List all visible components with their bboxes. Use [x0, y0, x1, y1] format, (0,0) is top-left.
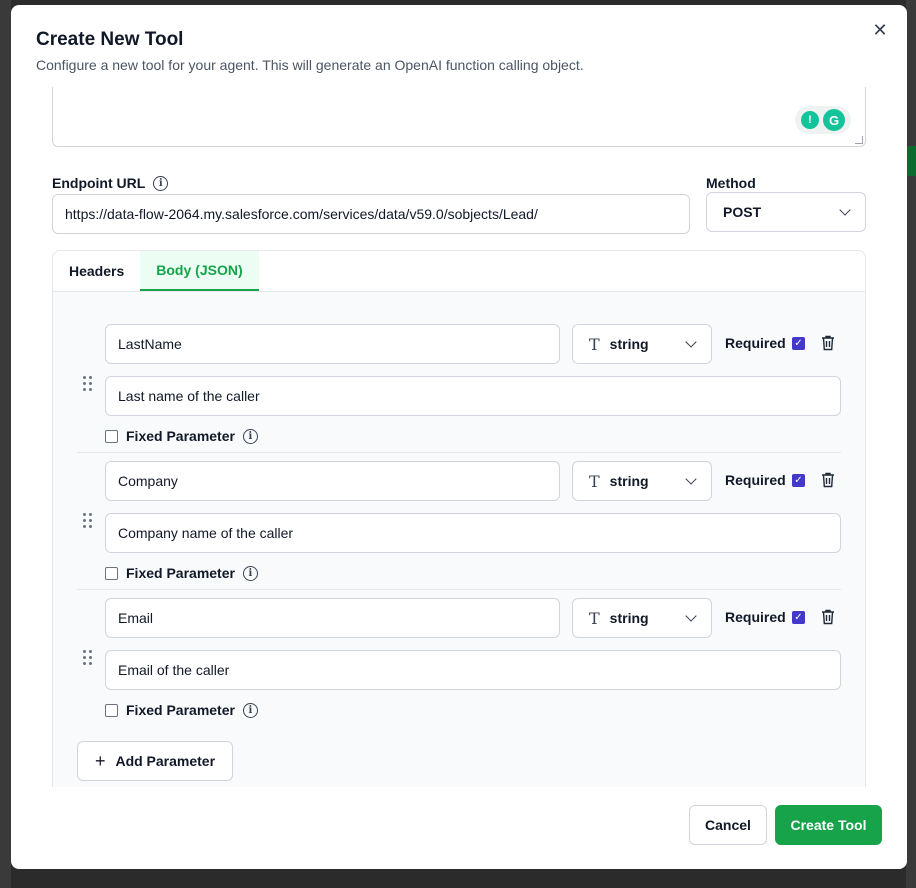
background-page-left: [0, 0, 11, 888]
required-label: Required: [725, 609, 786, 625]
fixed-parameter-label: Fixed Parameter: [126, 565, 235, 581]
chevron-down-icon: [685, 336, 697, 348]
resize-handle-icon[interactable]: [855, 136, 863, 144]
tab-headers[interactable]: Headers: [53, 251, 140, 291]
parameter-name-input[interactable]: LastName: [105, 324, 560, 364]
chevron-down-icon: [685, 473, 697, 485]
fixed-parameter-checkbox[interactable]: [105, 429, 118, 443]
method-select[interactable]: POST: [706, 192, 866, 232]
info-icon[interactable]: i: [242, 428, 258, 444]
background-button-fragment: [907, 146, 916, 176]
modal-title: Create New Tool: [36, 29, 184, 50]
method-value: POST: [723, 204, 762, 220]
parameter-divider: [77, 589, 841, 590]
close-icon[interactable]: ✕: [869, 19, 891, 41]
info-icon[interactable]: i: [153, 175, 169, 191]
parameter-row: Email T string Required ✓ Email of the c…: [77, 598, 843, 726]
grammarly-icon[interactable]: G: [823, 109, 845, 131]
trash-icon[interactable]: [821, 609, 835, 625]
background-page-right: [906, 0, 916, 888]
parameter-type-value: string: [609, 610, 649, 626]
grammarly-widget[interactable]: ! G: [795, 106, 851, 134]
parameter-type-value: string: [609, 473, 649, 489]
plus-icon: +: [94, 751, 106, 771]
fixed-parameter-checkbox[interactable]: [105, 566, 118, 580]
info-icon[interactable]: i: [242, 565, 258, 581]
chevron-down-icon: [685, 610, 697, 622]
parameter-description-input[interactable]: Last name of the caller: [105, 376, 841, 416]
modal-scroll-area[interactable]: ! G Endpoint URL i Method https://data-f…: [11, 87, 907, 787]
trash-icon[interactable]: [821, 335, 835, 351]
required-label: Required: [725, 335, 786, 351]
required-checkbox[interactable]: ✓: [792, 474, 805, 487]
create-tool-button[interactable]: Create Tool: [775, 805, 882, 845]
required-label: Required: [725, 472, 786, 488]
parameter-divider: [77, 452, 841, 453]
info-icon[interactable]: i: [242, 702, 258, 718]
endpoint-url-label-text: Endpoint URL: [52, 175, 146, 191]
parameter-row: LastName T string Required ✓ Last name o…: [77, 324, 843, 452]
method-label: Method: [706, 175, 756, 191]
text-type-icon: T: [589, 608, 600, 628]
add-parameter-button[interactable]: + Add Parameter: [77, 741, 233, 781]
parameter-description-input[interactable]: Email of the caller: [105, 650, 841, 690]
parameter-name-input[interactable]: Company: [105, 461, 560, 501]
drag-handle-icon[interactable]: [83, 376, 93, 392]
cancel-button[interactable]: Cancel: [689, 805, 767, 845]
tab-body-json[interactable]: Body (JSON): [140, 251, 259, 291]
drag-handle-icon[interactable]: [83, 513, 93, 529]
parameter-type-select[interactable]: T string: [572, 461, 712, 501]
add-parameter-label: Add Parameter: [115, 753, 216, 769]
tab-bar: Headers Body (JSON): [53, 251, 865, 292]
text-type-icon: T: [589, 334, 600, 354]
endpoint-url-input[interactable]: https://data-flow-2064.my.salesforce.com…: [52, 194, 690, 234]
fixed-parameter-option: Fixed Parameter i: [105, 565, 258, 581]
parameter-row: Company T string Required ✓ Company name…: [77, 461, 843, 589]
endpoint-url-label: Endpoint URL i: [52, 175, 169, 191]
description-textarea[interactable]: ! G: [52, 87, 866, 147]
lightbulb-icon[interactable]: !: [801, 111, 819, 129]
parameter-description-input[interactable]: Company name of the caller: [105, 513, 841, 553]
parameter-name-input[interactable]: Email: [105, 598, 560, 638]
parameter-type-select[interactable]: T string: [572, 324, 712, 364]
parameter-type-select[interactable]: T string: [572, 598, 712, 638]
modal-subtitle: Configure a new tool for your agent. Thi…: [36, 57, 584, 73]
fixed-parameter-checkbox[interactable]: [105, 703, 118, 717]
text-type-icon: T: [589, 471, 600, 491]
trash-icon[interactable]: [821, 472, 835, 488]
create-tool-modal: ✕ Create New Tool Configure a new tool f…: [11, 5, 907, 869]
parameter-type-value: string: [609, 336, 649, 352]
fixed-parameter-label: Fixed Parameter: [126, 702, 235, 718]
request-tabs-panel: Headers Body (JSON) LastName T string Re…: [52, 250, 866, 787]
chevron-down-icon: [839, 204, 851, 216]
fixed-parameter-label: Fixed Parameter: [126, 428, 235, 444]
required-checkbox[interactable]: ✓: [792, 611, 805, 624]
drag-handle-icon[interactable]: [83, 650, 93, 666]
required-checkbox[interactable]: ✓: [792, 337, 805, 350]
fixed-parameter-option: Fixed Parameter i: [105, 428, 258, 444]
fixed-parameter-option: Fixed Parameter i: [105, 702, 258, 718]
